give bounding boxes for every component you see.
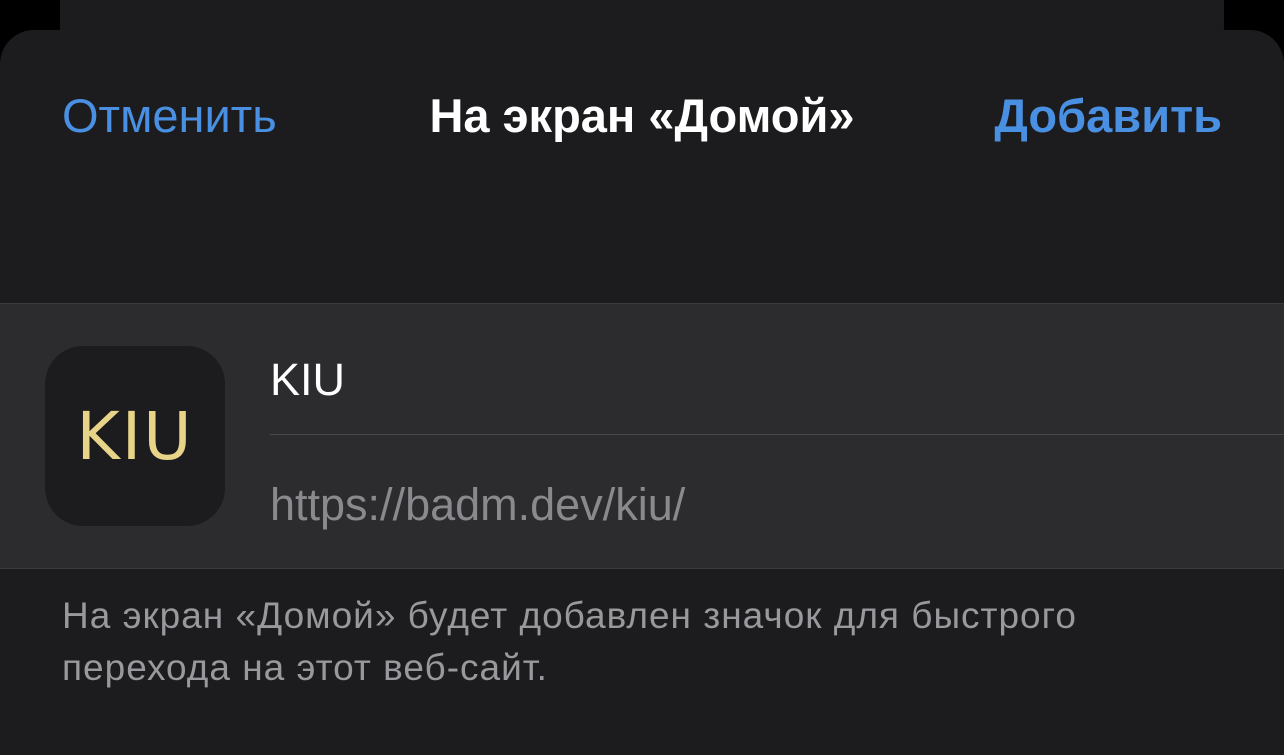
navigation-bar: Отменить На экран «Домой» Добавить — [0, 30, 1284, 200]
footnote-line-1: На экран «Домой» будет добавлен значок д… — [62, 595, 1077, 636]
add-to-home-screen-sheet: Отменить На экран «Домой» Добавить KIU K… — [0, 30, 1284, 755]
cancel-button[interactable]: Отменить — [62, 88, 277, 144]
app-icon-label: KIU — [76, 397, 194, 475]
app-icon: KIU — [45, 346, 225, 526]
name-field[interactable]: KIU — [270, 344, 1284, 435]
url-label: https://badm.dev/kiu/ — [270, 479, 686, 530]
bookmark-card: KIU KIU https://badm.dev/kiu/ — [0, 303, 1284, 569]
name-input[interactable]: KIU — [270, 352, 345, 408]
add-button[interactable]: Добавить — [994, 88, 1222, 144]
footnote-text: На экран «Домой» будет добавлен значок д… — [62, 590, 1222, 694]
footnote-line-2: перехода на этот веб-сайт. — [62, 647, 548, 688]
